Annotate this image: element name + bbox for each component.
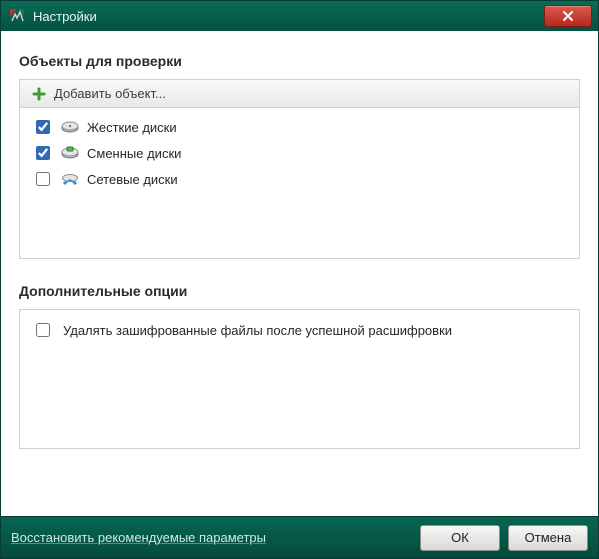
hard-drive-icon — [61, 120, 79, 134]
delete-encrypted-checkbox[interactable] — [36, 323, 50, 337]
window-title: Настройки — [33, 9, 97, 24]
delete-encrypted-label: Удалять зашифрованные файлы после успешн… — [63, 323, 452, 338]
object-item-hard-drives[interactable]: Жесткие диски — [32, 114, 567, 140]
options-section-title: Дополнительные опции — [19, 283, 580, 299]
cancel-button[interactable]: Отмена — [508, 525, 588, 551]
plus-icon — [32, 87, 46, 101]
network-drive-icon — [61, 172, 79, 186]
close-button[interactable] — [544, 5, 592, 27]
settings-window: Настройки Объекты для проверки Добавить … — [0, 0, 599, 559]
delete-encrypted-option[interactable]: Удалять зашифрованные файлы после успешн… — [32, 320, 567, 340]
scan-objects-panel: Добавить объект... Жесткие диски — [19, 79, 580, 259]
titlebar: Настройки — [1, 1, 598, 31]
object-item-removable-drives[interactable]: Сменные диски — [32, 140, 567, 166]
add-object-label: Добавить объект... — [54, 86, 166, 101]
close-icon — [562, 10, 574, 22]
object-checkbox[interactable] — [36, 146, 50, 160]
object-checkbox[interactable] — [36, 120, 50, 134]
footer: Восстановить рекомендуемые параметры ОК … — [1, 516, 598, 558]
objects-list: Жесткие диски Сменные диски — [20, 108, 579, 258]
objects-section-title: Объекты для проверки — [19, 53, 580, 69]
app-icon — [9, 8, 25, 24]
add-object-button[interactable]: Добавить объект... — [20, 80, 579, 108]
window-body: Объекты для проверки Добавить объект... — [1, 31, 598, 516]
object-label: Жесткие диски — [87, 120, 177, 135]
removable-drive-icon — [61, 146, 79, 160]
additional-options-panel: Удалять зашифрованные файлы после успешн… — [19, 309, 580, 449]
object-label: Сетевые диски — [87, 172, 178, 187]
object-item-network-drives[interactable]: Сетевые диски — [32, 166, 567, 192]
object-checkbox[interactable] — [36, 172, 50, 186]
object-label: Сменные диски — [87, 146, 181, 161]
restore-defaults-link[interactable]: Восстановить рекомендуемые параметры — [11, 530, 266, 545]
ok-button[interactable]: ОК — [420, 525, 500, 551]
